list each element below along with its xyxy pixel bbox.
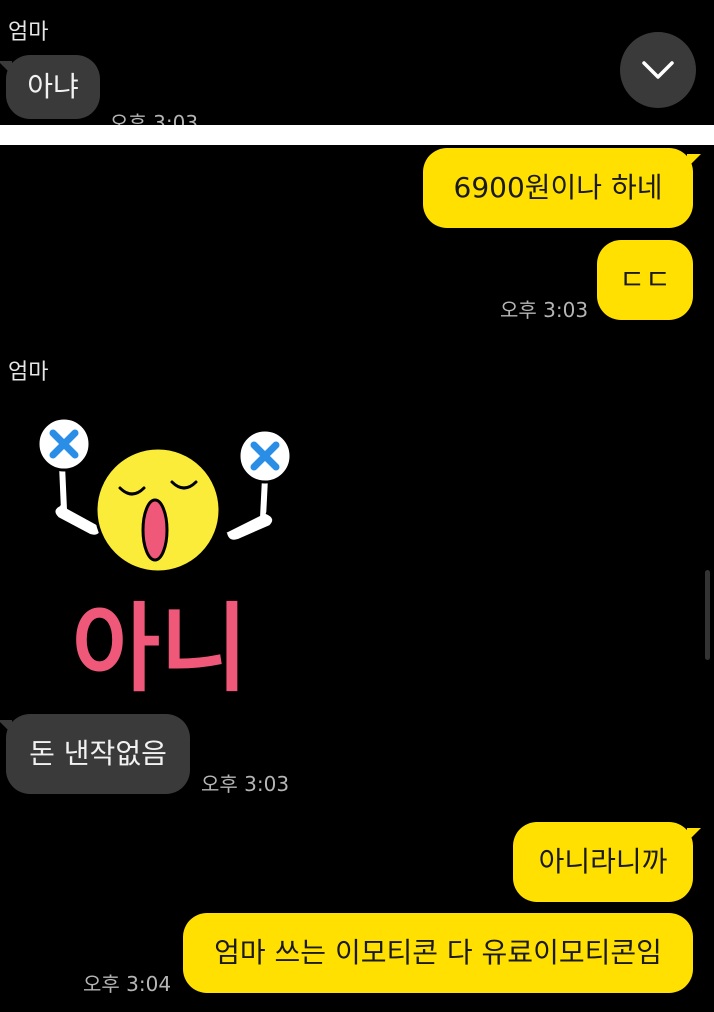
chevron-down-icon [642, 61, 674, 79]
screenshot-divider [0, 125, 714, 145]
top-sender-name: 엄마 [8, 20, 49, 45]
incoming-text-money: 돈 낸작없음 [29, 737, 167, 770]
outgoing-time-2: 오후 3:04 [83, 972, 172, 996]
scrollbar[interactable] [705, 570, 710, 660]
outgoing-bubble-dd[interactable]: ㄷㄷ [597, 240, 693, 320]
outgoing-bubble-no[interactable]: 아니라니까 [513, 822, 701, 902]
incoming-time: 오후 3:03 [201, 772, 290, 796]
outgoing-text-no: 아니라니까 [538, 845, 668, 878]
sticker[interactable]: 아니 [20, 410, 300, 705]
scroll-down-button[interactable] [620, 32, 696, 108]
outgoing-text-dd: ㄷㄷ [619, 263, 671, 296]
sticker-icon: 아니 [36, 416, 293, 705]
sender-name: 엄마 [8, 360, 49, 385]
sticker-text: 아니 [72, 593, 249, 700]
top-incoming-bubble[interactable]: 아냐 [0, 55, 100, 119]
outgoing-bubble-paid[interactable]: 엄마 쓰는 이모티콘 다 유료이모티콘임 [183, 913, 693, 993]
outgoing-time-1: 오후 3:03 [500, 298, 589, 322]
outgoing-bubble-price[interactable]: 6900원이나 하네 [423, 148, 701, 228]
outgoing-text-price: 6900원이나 하네 [453, 171, 663, 204]
top-incoming-text: 아냐 [27, 70, 79, 103]
incoming-bubble-money[interactable]: 돈 낸작없음 [0, 714, 190, 794]
outgoing-text-paid: 엄마 쓰는 이모티콘 다 유료이모티콘임 [214, 936, 662, 969]
